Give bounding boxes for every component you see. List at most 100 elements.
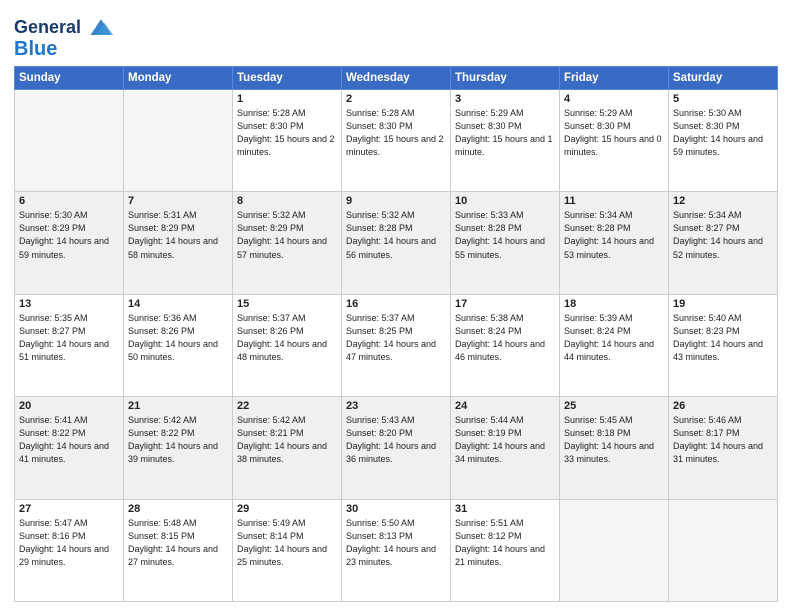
calendar-cell: 22Sunrise: 5:42 AM Sunset: 8:21 PM Dayli… [233,397,342,499]
weekday-header-thursday: Thursday [451,67,560,90]
calendar-cell: 16Sunrise: 5:37 AM Sunset: 8:25 PM Dayli… [342,294,451,396]
day-info: Sunrise: 5:42 AM Sunset: 8:21 PM Dayligh… [237,414,337,466]
day-info: Sunrise: 5:29 AM Sunset: 8:30 PM Dayligh… [455,107,555,159]
day-number: 27 [19,503,119,515]
calendar-cell: 24 Sunrise: 5:44 AM Sunset: 8:19 PM Dayli… [451,397,560,499]
day-number: 23 [346,400,446,412]
day-info: Sunrise: 5:42 AM Sunset: 8:22 PM Dayligh… [128,414,228,466]
day-info: Sunrise: 5:34 AM Sunset: 8:27 PM Dayligh… [673,209,773,261]
day-info: Sunrise: 5:28 AM Sunset: 8:30 PM Dayligh… [346,107,446,159]
day-number: 4 [564,93,664,105]
day-number: 19 [673,298,773,310]
day-number: 29 [237,503,337,515]
week-row-2: 6 Sunrise: 5:30 AM Sunset: 8:29 PM Daylig… [15,192,778,294]
calendar-cell: 10Sunrise: 5:33 AM Sunset: 8:28 PM Dayli… [451,192,560,294]
day-info: Sunrise: 5:43 AM Sunset: 8:20 PM Dayligh… [346,414,446,466]
calendar-cell: 3Sunrise: 5:29 AM Sunset: 8:30 PM Daylig… [451,90,560,192]
week-row-5: 27 Sunrise: 5:47 AM Sunset: 8:16 PM Dayli… [15,499,778,601]
day-number: 18 [564,298,664,310]
calendar-cell: 11Sunrise: 5:34 AM Sunset: 8:28 PM Dayli… [560,192,669,294]
calendar-cell: 8 Sunrise: 5:32 AM Sunset: 8:29 PM Daylig… [233,192,342,294]
day-number: 12 [673,195,773,207]
day-number: 14 [128,298,228,310]
day-info: Sunrise: 5:38 AM Sunset: 8:24 PM Dayligh… [455,312,555,364]
day-info: Sunrise: 5:47 AM Sunset: 8:16 PM Dayligh… [19,517,119,569]
logo-text: General [14,18,81,38]
day-number: 7 [128,195,228,207]
calendar-cell [560,499,669,601]
weekday-header-row: SundayMondayTuesdayWednesdayThursdayFrid… [15,67,778,90]
day-info: Sunrise: 5:32 AM Sunset: 8:28 PM Dayligh… [346,209,446,261]
day-number: 28 [128,503,228,515]
day-number: 2 [346,93,446,105]
calendar-cell: 4 Sunrise: 5:29 AM Sunset: 8:30 PM Daylig… [560,90,669,192]
day-info: Sunrise: 5:51 AM Sunset: 8:12 PM Dayligh… [455,517,555,569]
weekday-header-friday: Friday [560,67,669,90]
day-number: 6 [19,195,119,207]
day-info: Sunrise: 5:41 AM Sunset: 8:22 PM Dayligh… [19,414,119,466]
day-info: Sunrise: 5:35 AM Sunset: 8:27 PM Dayligh… [19,312,119,364]
day-number: 16 [346,298,446,310]
calendar-cell: 26 Sunrise: 5:46 AM Sunset: 8:17 PM Dayli… [669,397,778,499]
day-number: 20 [19,400,119,412]
day-number: 11 [564,195,664,207]
calendar-cell: 2 Sunrise: 5:28 AM Sunset: 8:30 PM Daylig… [342,90,451,192]
day-info: Sunrise: 5:30 AM Sunset: 8:29 PM Dayligh… [19,209,119,261]
logo-general: General [14,17,81,37]
calendar-cell: 7 Sunrise: 5:31 AM Sunset: 8:29 PM Daylig… [124,192,233,294]
calendar-cell: 18 Sunrise: 5:39 AM Sunset: 8:24 PM Dayli… [560,294,669,396]
calendar-cell: 5Sunrise: 5:30 AM Sunset: 8:30 PM Daylig… [669,90,778,192]
page: General Blue SundayMondayTuesdayWednesda… [0,0,792,612]
weekday-header-wednesday: Wednesday [342,67,451,90]
day-info: Sunrise: 5:37 AM Sunset: 8:26 PM Dayligh… [237,312,337,364]
calendar-table: SundayMondayTuesdayWednesdayThursdayFrid… [14,66,778,602]
day-number: 30 [346,503,446,515]
day-number: 26 [673,400,773,412]
logo-icon [87,14,115,42]
calendar-cell: 14 Sunrise: 5:36 AM Sunset: 8:26 PM Dayli… [124,294,233,396]
day-info: Sunrise: 5:44 AM Sunset: 8:19 PM Dayligh… [455,414,555,466]
day-info: Sunrise: 5:46 AM Sunset: 8:17 PM Dayligh… [673,414,773,466]
day-info: Sunrise: 5:50 AM Sunset: 8:13 PM Dayligh… [346,517,446,569]
day-info: Sunrise: 5:36 AM Sunset: 8:26 PM Dayligh… [128,312,228,364]
calendar-cell: 23 Sunrise: 5:43 AM Sunset: 8:20 PM Dayli… [342,397,451,499]
calendar-cell: 27 Sunrise: 5:47 AM Sunset: 8:16 PM Dayli… [15,499,124,601]
calendar-cell: 6 Sunrise: 5:30 AM Sunset: 8:29 PM Daylig… [15,192,124,294]
calendar-cell: 28 Sunrise: 5:48 AM Sunset: 8:15 PM Dayli… [124,499,233,601]
weekday-header-monday: Monday [124,67,233,90]
calendar-cell: 21 Sunrise: 5:42 AM Sunset: 8:22 PM Dayli… [124,397,233,499]
week-row-1: 1 Sunrise: 5:28 AM Sunset: 8:30 PM Daylig… [15,90,778,192]
calendar-cell [669,499,778,601]
day-number: 9 [346,195,446,207]
day-info: Sunrise: 5:29 AM Sunset: 8:30 PM Dayligh… [564,107,664,159]
calendar-cell: 1 Sunrise: 5:28 AM Sunset: 8:30 PM Daylig… [233,90,342,192]
day-info: Sunrise: 5:39 AM Sunset: 8:24 PM Dayligh… [564,312,664,364]
week-row-3: 13Sunrise: 5:35 AM Sunset: 8:27 PM Dayli… [15,294,778,396]
day-number: 10 [455,195,555,207]
day-number: 15 [237,298,337,310]
day-info: Sunrise: 5:28 AM Sunset: 8:30 PM Dayligh… [237,107,337,159]
calendar-cell [15,90,124,192]
calendar-cell: 20 Sunrise: 5:41 AM Sunset: 8:22 PM Dayli… [15,397,124,499]
day-info: Sunrise: 5:32 AM Sunset: 8:29 PM Dayligh… [237,209,337,261]
day-number: 8 [237,195,337,207]
day-info: Sunrise: 5:30 AM Sunset: 8:30 PM Dayligh… [673,107,773,159]
day-number: 24 [455,400,555,412]
calendar-cell: 29Sunrise: 5:49 AM Sunset: 8:14 PM Dayli… [233,499,342,601]
calendar-cell [124,90,233,192]
week-row-4: 20 Sunrise: 5:41 AM Sunset: 8:22 PM Dayli… [15,397,778,499]
calendar-cell: 13Sunrise: 5:35 AM Sunset: 8:27 PM Dayli… [15,294,124,396]
logo: General Blue [14,14,115,60]
day-number: 25 [564,400,664,412]
day-info: Sunrise: 5:40 AM Sunset: 8:23 PM Dayligh… [673,312,773,364]
calendar-cell: 30 Sunrise: 5:50 AM Sunset: 8:13 PM Dayli… [342,499,451,601]
day-number: 17 [455,298,555,310]
day-info: Sunrise: 5:31 AM Sunset: 8:29 PM Dayligh… [128,209,228,261]
day-number: 1 [237,93,337,105]
calendar-cell: 19 Sunrise: 5:40 AM Sunset: 8:23 PM Dayli… [669,294,778,396]
header: General Blue [14,10,778,60]
weekday-header-sunday: Sunday [15,67,124,90]
weekday-header-saturday: Saturday [669,67,778,90]
day-info: Sunrise: 5:48 AM Sunset: 8:15 PM Dayligh… [128,517,228,569]
day-number: 21 [128,400,228,412]
